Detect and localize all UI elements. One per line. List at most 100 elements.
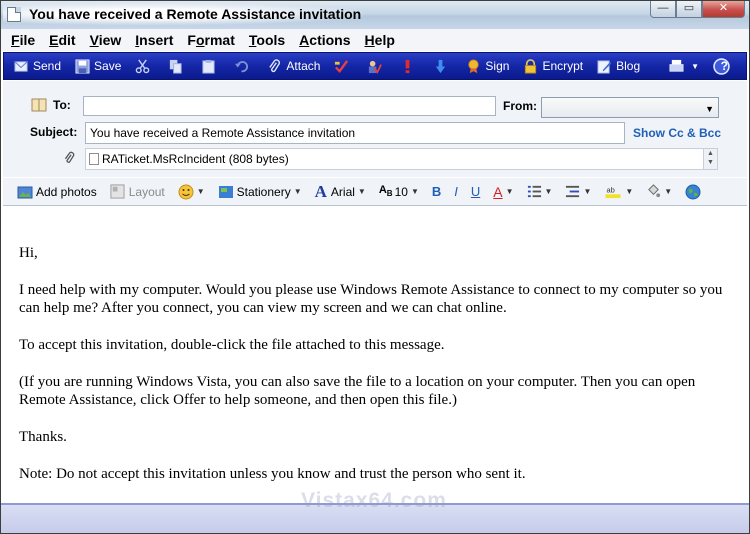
font-family-picker[interactable]: A Arial ▼ — [315, 182, 366, 202]
font-name: Arial — [330, 184, 355, 199]
chevron-down-icon: ▼ — [293, 187, 302, 196]
body-greeting: Hi, — [19, 245, 38, 261]
priority-low-button[interactable] — [433, 59, 452, 74]
font-color-button[interactable]: A ▼ — [493, 184, 513, 200]
toolbar-right: ▼ ? — [669, 58, 734, 75]
close-button[interactable]: ✕ — [702, 1, 745, 18]
subject-field[interactable]: You have received a Remote Assistance in… — [85, 122, 625, 144]
blog-button[interactable]: Blog — [597, 59, 640, 74]
paragraph-button[interactable]: ▼ — [565, 184, 591, 199]
maximize-button[interactable]: ▭ — [676, 1, 702, 18]
watermark: Vistax64.com — [301, 489, 447, 512]
menu-view[interactable]: View — [90, 32, 122, 48]
chevron-down-icon: ▼ — [410, 187, 419, 196]
font-a-icon: A — [314, 181, 327, 201]
menu-tools[interactable]: Tools — [249, 32, 285, 48]
priority-high-button[interactable] — [400, 59, 419, 74]
message-body[interactable]: Hi, I need help with my computer. Would … — [3, 207, 747, 503]
italic-label: I — [454, 184, 458, 199]
message-header: To: From: ▼ Subject: You have received a… — [3, 81, 747, 177]
menu-format-rest: rmat — [204, 32, 235, 48]
paint-bucket-icon — [648, 184, 661, 198]
certificate-ribbon-icon — [468, 58, 480, 73]
highlighter-icon: ab — [605, 185, 621, 199]
body-paragraph-4: Thanks. — [19, 429, 67, 445]
undo-button[interactable] — [234, 59, 253, 74]
address-book-icon — [31, 98, 47, 112]
menu-format-pre: F — [187, 32, 196, 48]
photos-icon — [17, 186, 33, 198]
cut-button[interactable] — [135, 59, 154, 74]
to-value — [84, 94, 92, 114]
print-options-button[interactable]: ▼ — [669, 59, 699, 74]
body-paragraph-3: (If you are running Windows Vista, you c… — [19, 374, 696, 408]
menu-file[interactable]: File — [11, 32, 35, 48]
menu-edit[interactable]: Edit — [49, 32, 75, 48]
attachment-scrollbar[interactable]: ▲ ▼ — [703, 149, 717, 169]
scissors-icon — [136, 59, 150, 73]
body-paragraph-2: To accept this invitation, double-click … — [19, 337, 445, 353]
from-dropdown[interactable]: ▼ — [541, 97, 719, 118]
blog-pencil-icon — [597, 59, 612, 74]
stationery-icon — [218, 185, 233, 198]
title-bar[interactable]: You have received a Remote Assistance in… — [1, 1, 749, 29]
attach-button[interactable]: Attach — [267, 58, 320, 74]
paste-button[interactable] — [201, 59, 220, 74]
bold-button[interactable]: B — [432, 184, 441, 199]
show-cc-bcc-link[interactable]: Show Cc & Bcc — [633, 126, 721, 140]
scroll-down-icon: ▼ — [707, 159, 714, 166]
menu-help[interactable]: Help — [365, 32, 395, 48]
minimize-button[interactable]: — — [650, 1, 676, 18]
encrypt-label: Encrypt — [542, 59, 584, 73]
menu-actions[interactable]: Actions — [299, 32, 350, 48]
document-icon — [7, 7, 21, 22]
check-spelling-button[interactable] — [334, 59, 353, 74]
add-photos-button[interactable]: Add photos — [17, 184, 97, 200]
globe-icon — [685, 184, 701, 199]
send-label: Send — [33, 59, 62, 73]
save-button[interactable]: Save — [75, 58, 122, 74]
highlight-button[interactable]: ab ▼ — [604, 184, 633, 199]
send-button[interactable]: Send — [14, 59, 61, 74]
to-field[interactable] — [83, 96, 496, 116]
menu-view-key: V — [89, 32, 99, 48]
chevron-down-icon: ▼ — [583, 187, 592, 196]
print-icon — [669, 59, 684, 72]
body-paragraph-5: Note: Do not accept this invitation unle… — [19, 466, 526, 482]
menu-file-key: F — [11, 32, 20, 48]
stationery-button[interactable]: Stationery ▼ — [218, 184, 302, 200]
smiley-icon — [178, 184, 194, 199]
layout-button[interactable]: Layout — [110, 184, 165, 199]
bold-label: B — [431, 184, 442, 199]
add-photos-label: Add photos — [36, 184, 97, 199]
sign-button[interactable]: Sign — [466, 58, 509, 74]
encrypt-button[interactable]: Encrypt — [523, 58, 584, 74]
to-label: To: — [53, 98, 71, 112]
italic-button[interactable]: I — [454, 184, 458, 199]
menu-format-key: o — [195, 32, 205, 48]
menu-format[interactable]: Format — [187, 32, 234, 48]
copy-icon — [170, 59, 182, 74]
save-label: Save — [94, 59, 122, 73]
check-names-button[interactable] — [367, 59, 386, 74]
window-title: You have received a Remote Assistance in… — [29, 6, 362, 22]
chevron-down-icon: ▼ — [544, 187, 553, 196]
attachment-list: RATicket.MsRcIncident (808 bytes) ▲ ▼ — [85, 148, 718, 170]
menu-insert[interactable]: Insert — [135, 32, 173, 48]
underline-button[interactable]: U — [471, 184, 480, 199]
emoticon-button[interactable]: ▼ — [178, 184, 205, 200]
subject-label: Subject: — [30, 125, 78, 139]
web-page-button[interactable] — [685, 184, 701, 200]
numbering-button[interactable]: ▼ — [527, 184, 553, 199]
underline-label: U — [470, 184, 481, 199]
background-color-button[interactable]: ▼ — [646, 184, 672, 199]
menu-actions-key: A — [299, 32, 310, 48]
help-button[interactable]: ? — [713, 58, 734, 75]
font-size-picker[interactable]: AB 10 ▼ — [379, 184, 419, 198]
layout-icon — [110, 184, 125, 199]
paperclip-icon — [64, 151, 75, 163]
svg-text:ab: ab — [607, 185, 615, 194]
attachment-item[interactable]: RATicket.MsRcIncident (808 bytes) — [102, 152, 289, 166]
copy-button[interactable] — [168, 59, 187, 74]
font-color-label: A — [493, 183, 503, 200]
